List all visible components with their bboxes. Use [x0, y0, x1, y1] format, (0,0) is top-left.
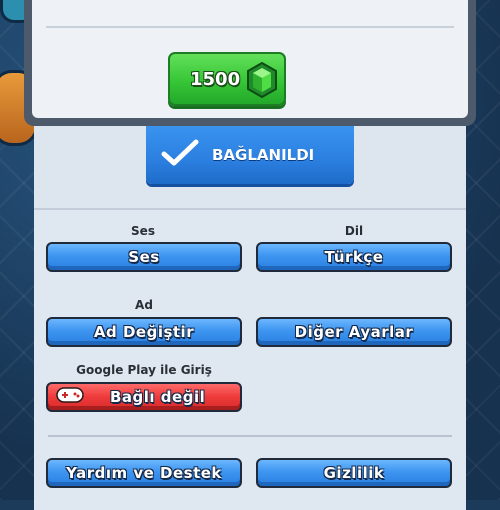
gem-purchase-button[interactable]: 1500 [168, 52, 286, 106]
gem-amount: 1500 [190, 68, 241, 90]
panel-divider [46, 26, 454, 28]
connected-label: BAĞLANILDI [212, 146, 315, 164]
section-divider [48, 435, 452, 437]
change-name-button[interactable]: Ad Değiştir [46, 317, 242, 347]
connected-status-button[interactable]: BAĞLANILDI [146, 126, 354, 184]
google-play-button-label: Bağlı değil [110, 388, 206, 406]
language-label: Dil [344, 224, 364, 238]
google-play-label: Google Play ile Giriş [76, 363, 212, 377]
help-support-button[interactable]: Yardım ve Destek [46, 458, 242, 488]
language-button[interactable]: Türkçe [256, 242, 452, 272]
gem-icon [246, 61, 278, 102]
other-settings-button[interactable]: Diğer Ayarlar [256, 317, 452, 347]
name-label: Ad [135, 298, 153, 312]
sound-button[interactable]: Ses [46, 242, 242, 272]
google-play-button[interactable]: Bağlı değil [46, 382, 242, 412]
sound-label: Ses [131, 224, 155, 238]
gamepad-icon [56, 385, 84, 409]
privacy-button[interactable]: Gizlilik [256, 458, 452, 488]
checkmark-icon [160, 138, 200, 172]
